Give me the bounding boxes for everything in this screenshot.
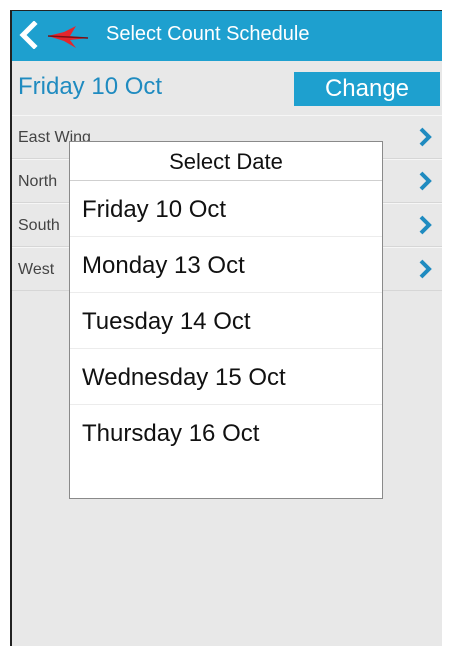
select-date-dialog: Select Date Friday 10 Oct Monday 13 Oct … — [69, 141, 383, 499]
app-screen: Select Count Schedule Friday 10 Oct Chan… — [10, 10, 442, 646]
date-option-wednesday-15-oct[interactable]: Wednesday 15 Oct — [70, 349, 382, 405]
page-title: Select Count Schedule — [106, 23, 310, 45]
date-option-friday-10-oct[interactable]: Friday 10 Oct — [70, 181, 382, 237]
list-item-label: South — [18, 217, 60, 234]
header-bar: Select Count Schedule — [12, 11, 442, 61]
chevron-right-icon — [418, 214, 432, 236]
dialog-title: Select Date — [70, 142, 382, 181]
chevron-right-icon — [418, 170, 432, 192]
date-option-monday-13-oct[interactable]: Monday 13 Oct — [70, 237, 382, 293]
date-option-tuesday-14-oct[interactable]: Tuesday 14 Oct — [70, 293, 382, 349]
date-option-thursday-16-oct[interactable]: Thursday 16 Oct — [70, 405, 382, 461]
list-item-label: West — [18, 261, 55, 278]
red-bird-logo-icon — [46, 24, 90, 50]
chevron-right-icon — [418, 258, 432, 280]
current-date-label: Friday 10 Oct — [18, 73, 163, 100]
change-button[interactable]: Change — [294, 72, 440, 106]
chevron-right-icon — [418, 126, 432, 148]
list-item-label: North — [18, 173, 58, 190]
back-icon[interactable] — [18, 20, 40, 50]
date-row: Friday 10 Oct Change — [12, 61, 442, 115]
